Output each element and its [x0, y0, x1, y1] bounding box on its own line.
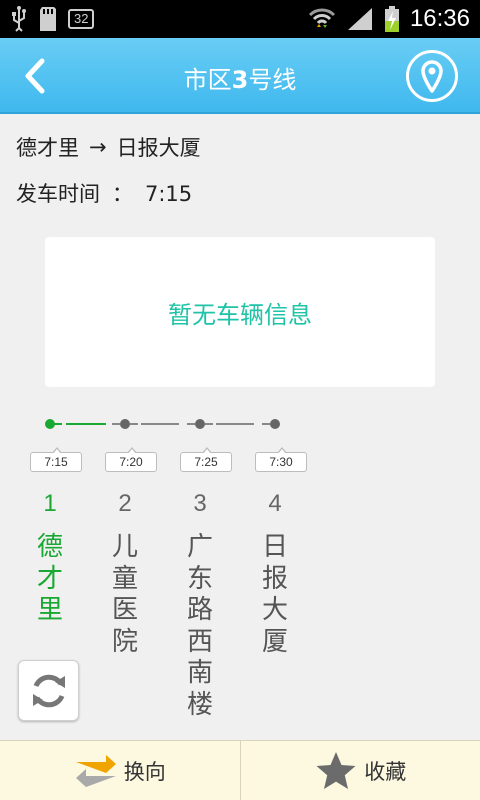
stop-index-4[interactable]: 4 [260, 490, 290, 518]
usb-icon [12, 6, 26, 32]
signal-icon [347, 8, 372, 30]
route-arrow-icon: → [89, 135, 107, 159]
stop-time-3: 7:25 [180, 447, 232, 472]
route-to: 日报大厦 [116, 136, 201, 160]
title-prefix: 市区 [183, 66, 232, 94]
status-bar: 32 16:36 [0, 0, 480, 38]
stop-tick-1 [54, 423, 62, 425]
favorite-label: 收藏 [364, 759, 407, 784]
stop-time-2: 7:20 [105, 447, 157, 472]
header: 市区3号线 [0, 38, 480, 114]
stop-index-2[interactable]: 2 [110, 490, 140, 518]
stop-name-4[interactable]: 日报大厦 [260, 532, 290, 658]
timeline-segment-2 [141, 423, 179, 425]
stop-time-1: 7:15 [30, 447, 82, 472]
stop-tick-3b [205, 423, 213, 425]
route-from: 德才里 [16, 136, 79, 160]
stop-time-4: 7:30 [255, 447, 307, 472]
timeline-segment-3 [216, 423, 254, 425]
clock: 16:36 [409, 5, 470, 32]
stop-tick-2a [112, 423, 120, 425]
route-summary: 德才里 → 日报大厦 [16, 132, 201, 162]
sd-card-icon [40, 7, 56, 31]
reverse-direction-button[interactable]: 换向 [0, 741, 240, 800]
stop-tick-3a [187, 423, 195, 425]
star-icon [316, 751, 356, 789]
battery-charging-icon [384, 6, 399, 32]
stop-name-1[interactable]: 德才里 [35, 532, 65, 627]
favorite-button[interactable]: 收藏 [239, 741, 480, 800]
timeline-segment-1 [66, 423, 106, 425]
departure-label: 发车时间 [16, 182, 100, 206]
title-line-number: 3 [231, 66, 249, 94]
stop-name-3[interactable]: 广东路西南楼 [185, 532, 215, 721]
title-suffix: 号线 [248, 66, 297, 94]
stop-name-2[interactable]: 儿童医院 [110, 532, 140, 658]
refresh-icon [32, 674, 65, 707]
stop-tick-2b [130, 423, 138, 425]
departure-time: 7:15 [145, 182, 193, 206]
status-right: 16:36 [308, 0, 470, 38]
no-vehicle-message: 暂无车辆信息 [168, 300, 312, 329]
stop-tick-4 [262, 423, 270, 425]
location-pin-icon [421, 60, 443, 93]
swap-arrows-icon [75, 754, 116, 787]
stop-dot-3 [195, 419, 205, 429]
refresh-button[interactable] [18, 660, 79, 721]
stop-index-1[interactable]: 1 [35, 490, 65, 518]
reverse-label: 换向 [123, 759, 166, 784]
wifi-icon [308, 8, 335, 28]
stop-dot-4 [270, 419, 280, 429]
status-left: 32 [10, 6, 95, 32]
notification-badge: 32 [68, 9, 95, 29]
departure-info: 发车时间 ： 7:15 [16, 178, 192, 208]
stop-dot-2 [120, 419, 130, 429]
departure-separator: ： [112, 182, 133, 206]
location-button[interactable] [406, 50, 458, 102]
stop-index-3[interactable]: 3 [185, 490, 215, 518]
vehicle-info-card: 暂无车辆信息 [45, 237, 435, 387]
bottom-bar: 换向 收藏 [0, 740, 480, 800]
